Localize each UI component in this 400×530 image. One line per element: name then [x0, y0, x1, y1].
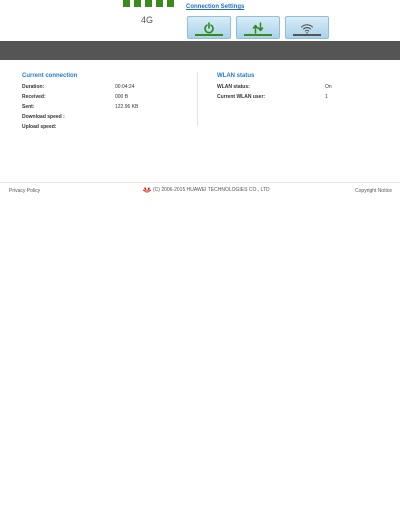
- footer: Privacy Policy (C) 2006-2015 HUAWEI TECH…: [0, 182, 400, 199]
- signal-bar: [156, 0, 163, 7]
- wifi-icon: [300, 23, 314, 34]
- power-icon: [204, 21, 214, 33]
- signal-strength-indicator: [123, 0, 174, 7]
- upload-speed-label: Upload speed:: [22, 124, 57, 130]
- copyright-text: (C) 2006-2015 HUAWEI TECHNOLOGIES CO., L…: [153, 187, 270, 193]
- copyright-notice: (C) 2006-2015 HUAWEI TECHNOLOGIES CO., L…: [143, 187, 270, 193]
- current-connection-title: Current connection: [22, 73, 78, 79]
- sent-value: 122.96 KB: [115, 104, 139, 110]
- status-indicator: [293, 34, 321, 36]
- connection-power-button[interactable]: [187, 16, 231, 39]
- signal-bar: [167, 0, 174, 7]
- received-label: Received:: [22, 94, 46, 100]
- duration-value: 00:04:24: [115, 84, 135, 90]
- network-type-label: 4G: [140, 15, 153, 25]
- data-transfer-button[interactable]: [236, 16, 280, 39]
- huawei-logo-icon: [143, 187, 151, 193]
- wlan-status-label: WLAN status:: [217, 84, 250, 90]
- signal-bar: [123, 0, 130, 7]
- wlan-status-title: WLAN status: [217, 73, 255, 79]
- privacy-policy-link[interactable]: Privacy Policy: [9, 188, 40, 194]
- signal-bar: [134, 0, 141, 7]
- header: 4G Connection Settings: [0, 0, 400, 41]
- current-wlan-user-value: 1: [325, 94, 328, 100]
- status-indicator: [244, 34, 272, 36]
- wlan-status-value: On: [325, 84, 332, 90]
- duration-label: Duration:: [22, 84, 45, 90]
- copyright-notice-link[interactable]: Copyright Notice: [355, 188, 392, 194]
- connection-settings-link[interactable]: Connection Settings: [186, 4, 244, 10]
- menu-bar: [0, 41, 400, 60]
- wifi-button[interactable]: [285, 16, 329, 39]
- column-divider: [197, 72, 198, 126]
- received-value: 000 B: [115, 94, 129, 100]
- current-wlan-user-label: Current WLAN user:: [217, 94, 266, 100]
- download-speed-label: Download speed :: [22, 114, 65, 120]
- router-status-page: 4G Connection Settings Current connectio…: [0, 0, 400, 530]
- sent-label: Sent:: [22, 104, 35, 110]
- up-down-arrows-icon: [252, 21, 264, 34]
- signal-bar: [145, 0, 152, 7]
- status-indicator: [195, 34, 223, 36]
